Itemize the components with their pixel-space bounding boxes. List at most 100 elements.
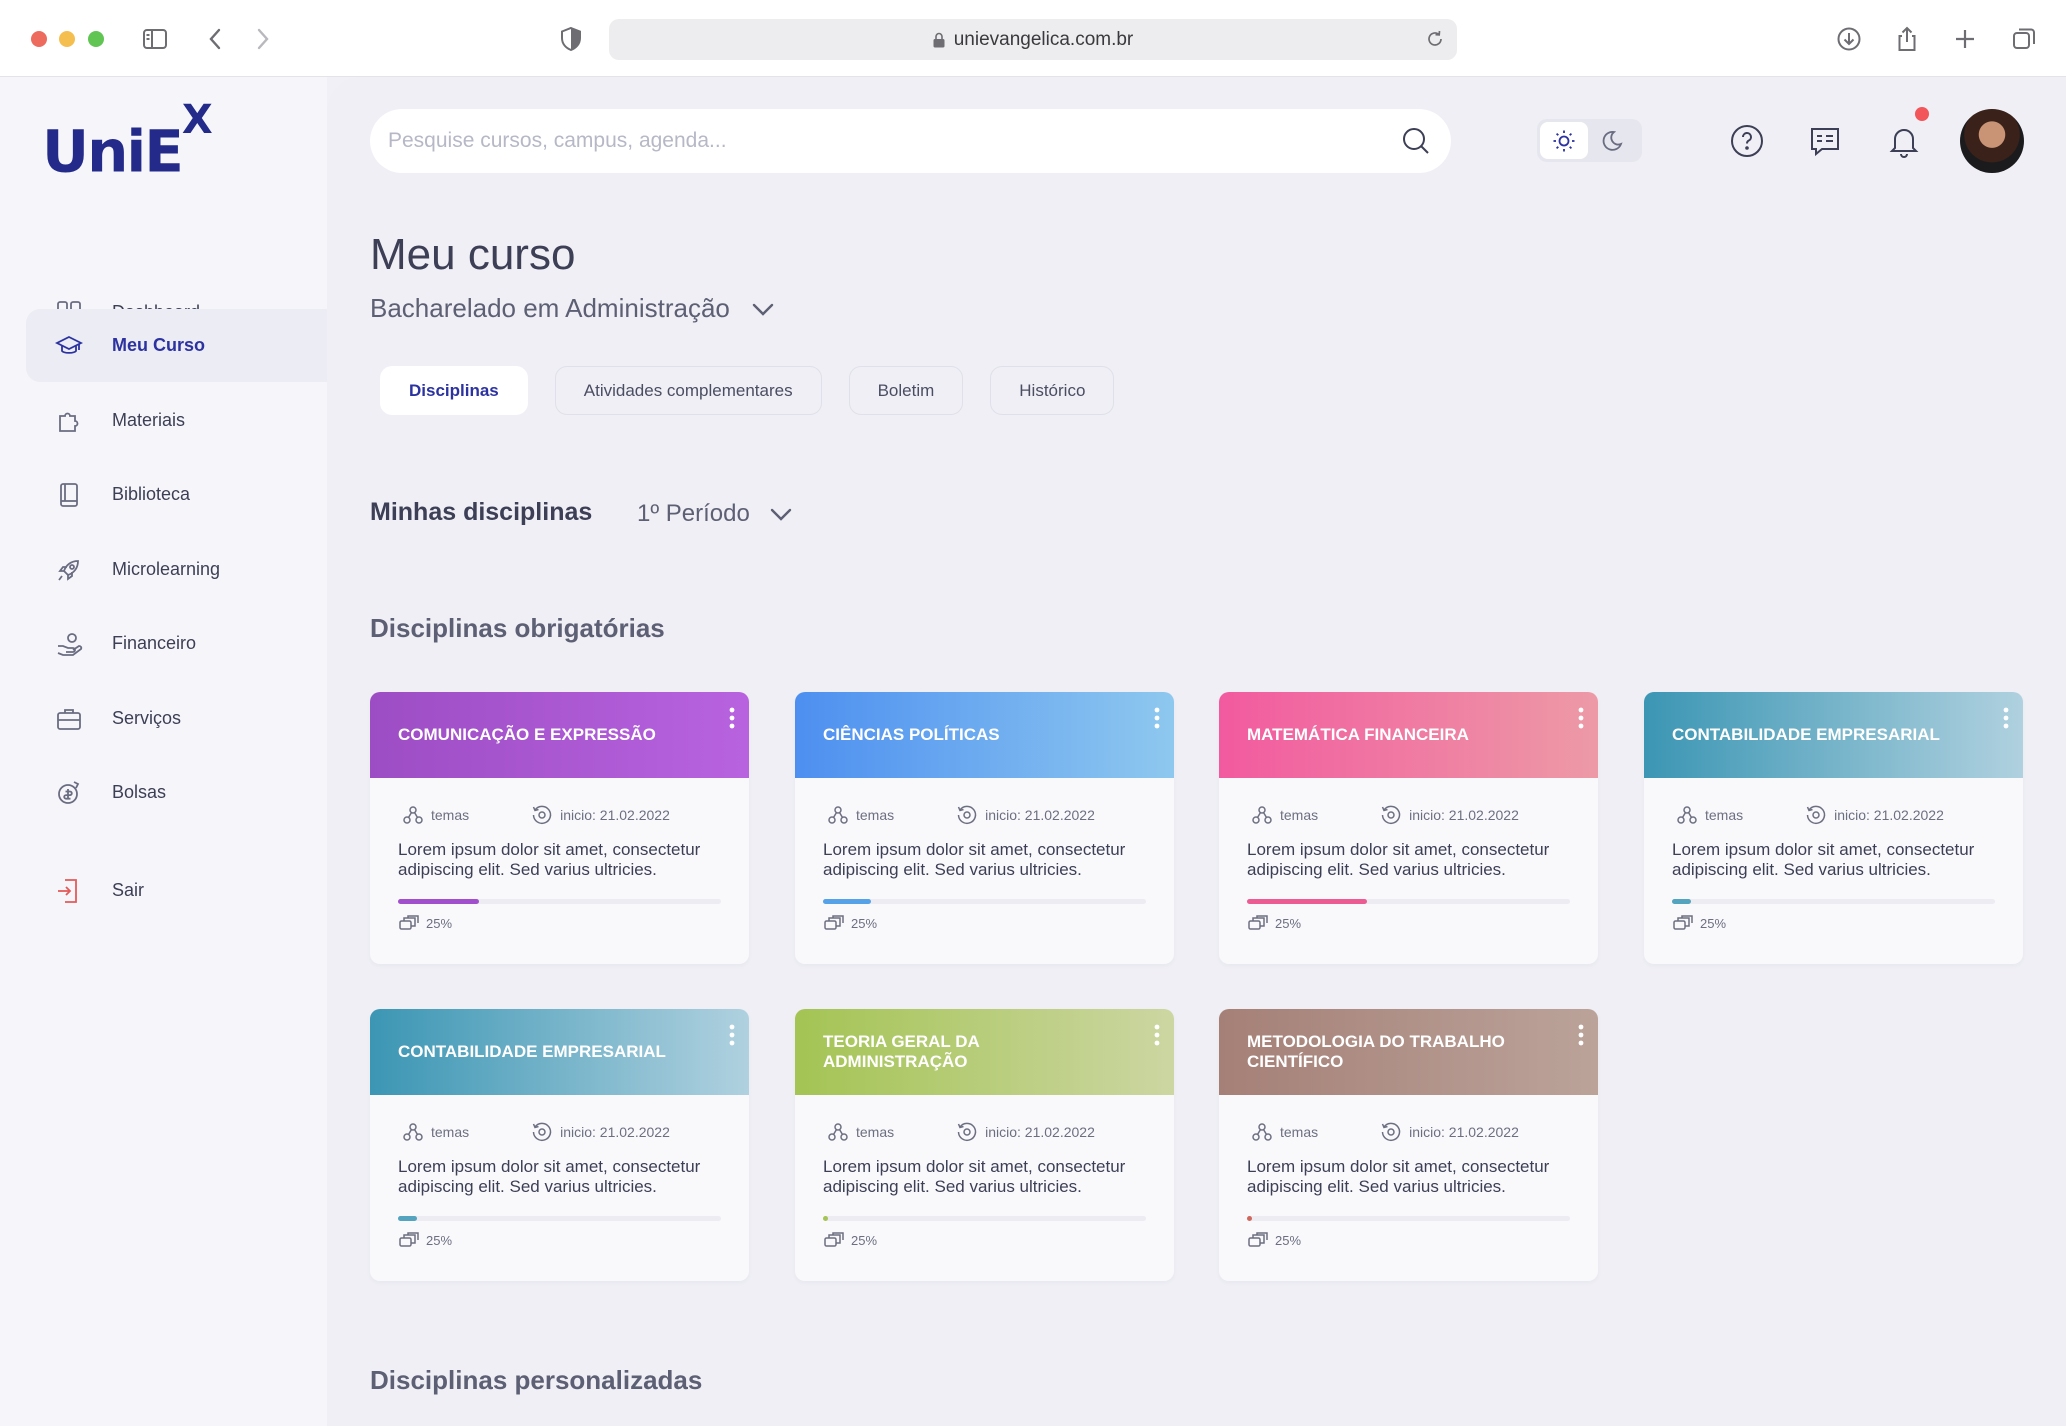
sun-icon: [1553, 130, 1575, 151]
progress-fill: [1247, 1216, 1252, 1221]
start-date: inicio: 21.02.2022: [1409, 806, 1519, 823]
topics-info: temas: [402, 801, 469, 828]
more-options-icon[interactable]: [1578, 707, 1584, 729]
more-options-icon[interactable]: [729, 1024, 735, 1046]
start-date-info: inicio: 21.02.2022: [531, 801, 670, 828]
unie-logo[interactable]: UniEX: [42, 97, 213, 185]
sidebar-toggle-icon[interactable]: [138, 22, 172, 56]
avatar[interactable]: [1960, 109, 2024, 173]
graduation-cap-icon: [55, 335, 83, 354]
new-tab-icon[interactable]: [1948, 22, 1982, 56]
progress-label: 25%: [1275, 1232, 1302, 1248]
card-meta: temas inicio: 21.02.2022: [795, 1095, 1174, 1145]
start-date-info: inicio: 21.02.2022: [956, 1118, 1095, 1145]
light-mode-button[interactable]: [1540, 122, 1588, 159]
bell-icon[interactable]: [1882, 119, 1926, 163]
sidebar-item-bolsas[interactable]: Bolsas: [26, 756, 327, 829]
topics-info: temas: [402, 1118, 469, 1145]
progress-bar: [823, 899, 1146, 904]
start-date: inicio: 21.02.2022: [985, 1123, 1095, 1140]
discipline-description: Lorem ipsum dolor sit amet, consectetur …: [1247, 840, 1550, 879]
search-icon[interactable]: [1401, 126, 1431, 156]
card-header: CIÊNCIAS POLÍTICAS: [795, 692, 1174, 778]
card-header: CONTABILIDADE EMPRESARIAL: [1644, 692, 2023, 778]
search-bar[interactable]: Pesquise cursos, campus, agenda...: [370, 109, 1451, 173]
more-options-icon[interactable]: [729, 707, 735, 729]
sidebar-item-materiais[interactable]: Materiais: [26, 384, 327, 457]
progress-label: 25%: [851, 915, 878, 931]
discipline-card[interactable]: METODOLOGIA DO TRABALHO CIENTÍFICO temas…: [1219, 1009, 1598, 1281]
tab-boletim[interactable]: Boletim: [848, 366, 964, 415]
discipline-description: Lorem ipsum dolor sit amet, consectetur …: [398, 840, 701, 879]
more-options-icon[interactable]: [1154, 1024, 1160, 1046]
more-options-icon[interactable]: [1578, 1024, 1584, 1046]
sidebar-item-meu-curso[interactable]: Meu Curso: [26, 309, 327, 382]
coin-refresh-icon: [58, 780, 80, 804]
discipline-card[interactable]: COMUNICAÇÃO E EXPRESSÃO temas inicio: 21…: [370, 692, 749, 964]
clock-refresh-icon: [1381, 1122, 1401, 1141]
discipline-card[interactable]: CIÊNCIAS POLÍTICAS temas inicio: 21.02.2…: [795, 692, 1174, 964]
help-icon[interactable]: [1725, 119, 1769, 163]
progress-fill: [823, 1216, 828, 1221]
card-meta: temas inicio: 21.02.2022: [370, 778, 749, 828]
search-input[interactable]: Pesquise cursos, campus, agenda...: [388, 129, 727, 153]
discipline-description: Lorem ipsum dolor sit amet, consectetur …: [1247, 1157, 1550, 1196]
topics-icon: [828, 805, 848, 824]
layers-icon: [399, 915, 419, 930]
more-options-icon[interactable]: [2003, 707, 2009, 729]
period-value: 1º Período: [637, 500, 750, 527]
messages-icon[interactable]: [1803, 119, 1847, 163]
tab-disciplinas[interactable]: Disciplinas: [380, 366, 528, 415]
tab-historico[interactable]: Histórico: [990, 366, 1115, 415]
sidebar-item-financeiro[interactable]: Financeiro: [26, 607, 327, 680]
share-icon[interactable]: [1890, 22, 1924, 56]
progress-label: 25%: [426, 915, 453, 931]
sidebar-item-label: Microlearning: [112, 559, 221, 579]
discipline-title: MATEMÁTICA FINANCEIRA: [1247, 725, 1469, 744]
window-zoom-button[interactable]: [88, 31, 104, 47]
start-date: inicio: 21.02.2022: [985, 806, 1095, 823]
discipline-card[interactable]: MATEMÁTICA FINANCEIRA temas inicio: 21.0…: [1219, 692, 1598, 964]
window-minimize-button[interactable]: [59, 31, 75, 47]
shield-icon[interactable]: [554, 22, 588, 56]
forward-icon[interactable]: [245, 22, 279, 56]
sidebar-item-microlearning[interactable]: Microlearning: [26, 533, 327, 606]
back-icon[interactable]: [199, 22, 233, 56]
discipline-title: CONTABILIDADE EMPRESARIAL: [1672, 725, 1940, 744]
sidebar-item-label: Materiais: [112, 410, 186, 430]
dark-mode-button[interactable]: [1588, 122, 1636, 159]
topics-label: temas: [1280, 806, 1319, 823]
required-disciplines-heading: Disciplinas obrigatórias: [370, 613, 665, 643]
layers-icon: [1248, 1232, 1268, 1247]
tab-overview-icon[interactable]: [2007, 22, 2041, 56]
window-close-button[interactable]: [31, 31, 47, 47]
layers-icon: [399, 1232, 419, 1247]
download-icon[interactable]: [1832, 22, 1866, 56]
reload-icon[interactable]: [1425, 29, 1445, 49]
chevron-down-icon: [770, 508, 792, 521]
logout-button[interactable]: Sair: [26, 854, 327, 927]
theme-toggle[interactable]: [1537, 119, 1642, 162]
discipline-card[interactable]: CONTABILIDADE EMPRESARIAL temas inicio: …: [370, 1009, 749, 1281]
discipline-card[interactable]: CONTABILIDADE EMPRESARIAL temas inicio: …: [1644, 692, 2023, 964]
course-dropdown[interactable]: Bacharelado em Administração: [370, 293, 778, 324]
start-date-info: inicio: 21.02.2022: [1380, 801, 1519, 828]
address-bar[interactable]: unievangelica.com.br: [609, 19, 1457, 60]
more-options-icon[interactable]: [1154, 707, 1160, 729]
topics-label: temas: [1705, 806, 1744, 823]
progress-label: 25%: [426, 1232, 453, 1248]
discipline-card[interactable]: TEORIA GERAL DA ADMINISTRAÇÃO temas inic…: [795, 1009, 1174, 1281]
start-date-info: inicio: 21.02.2022: [1805, 801, 1944, 828]
topics-info: temas: [1251, 801, 1318, 828]
discipline-title: CONTABILIDADE EMPRESARIAL: [398, 1042, 666, 1061]
progress-fill: [398, 1216, 418, 1221]
clock-refresh-icon: [957, 805, 977, 824]
progress-fill: [823, 899, 872, 904]
logout-icon: [58, 878, 77, 903]
puzzle-icon: [59, 412, 79, 432]
period-dropdown[interactable]: 1º Período: [637, 499, 796, 529]
tab-atividades-complementares[interactable]: Atividades complementares: [554, 366, 822, 415]
sidebar-item-servicos[interactable]: Serviços: [26, 682, 327, 755]
sidebar-item-biblioteca[interactable]: Biblioteca: [26, 458, 327, 531]
start-date: inicio: 21.02.2022: [560, 806, 670, 823]
